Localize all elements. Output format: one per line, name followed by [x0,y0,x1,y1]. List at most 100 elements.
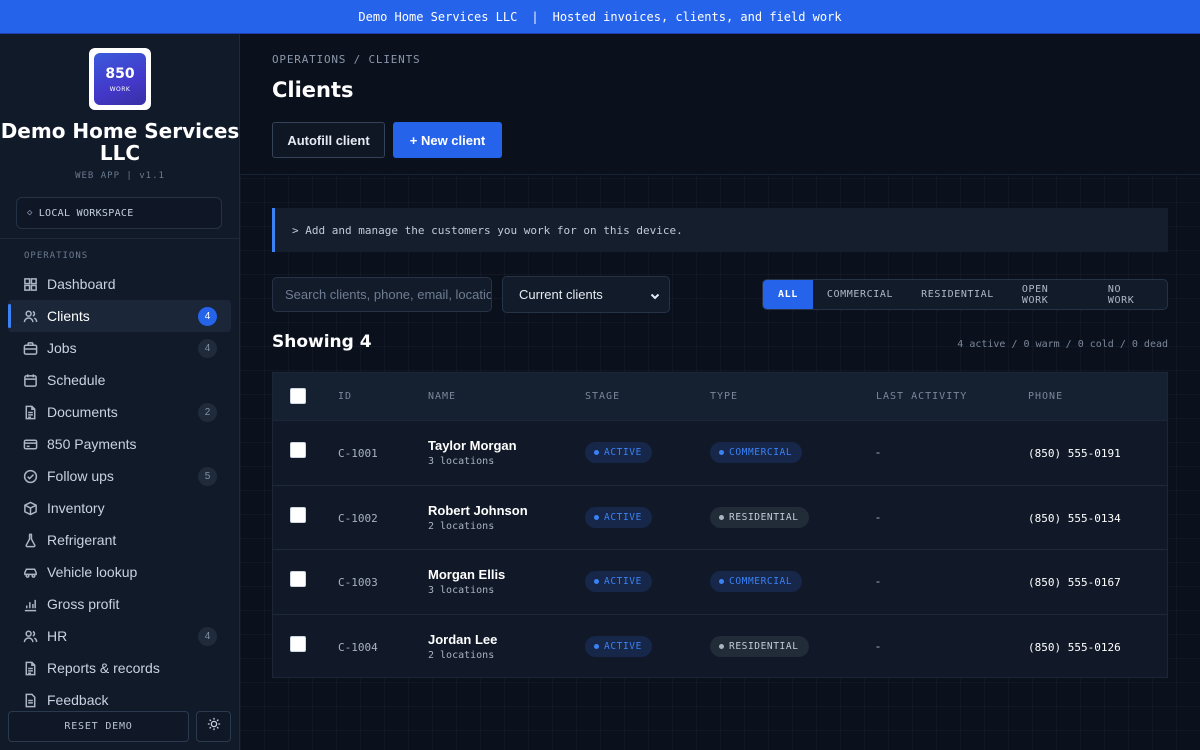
stage-badge: ACTIVE [585,442,652,463]
status-dot [719,579,724,584]
row-checkbox[interactable] [290,635,306,652]
sidebar-item-dashboard[interactable]: Dashboard [8,268,231,300]
page-title: Clients [272,78,354,102]
sidebar-item-label: Feedback [47,692,109,708]
workspace-label: LOCAL WORKSPACE [38,207,134,219]
autofill-client-button[interactable]: Autofill client [272,122,385,158]
brand-version: WEB APP | v1.1 [75,171,165,181]
sidebar-item-documents[interactable]: Documents 2 [8,396,231,428]
count-badge: 4 [198,627,217,646]
sidebar-item-vehicle-lookup[interactable]: Vehicle lookup [8,556,231,588]
logo-number: 850 [105,65,135,82]
banner-separator: | [531,9,539,24]
row-checkbox[interactable] [290,506,306,523]
client-phone[interactable]: (850) 555-0191 [1028,447,1121,460]
sidebar-item-schedule[interactable]: Schedule [8,364,231,396]
filter-tab-open-work[interactable]: OPEN WORK [1008,280,1094,309]
count-badge: 4 [198,339,217,358]
main-content: OPERATIONS / CLIENTS Clients Autofill cl… [240,34,1200,750]
theme-toggle-button[interactable] [196,711,231,742]
car-icon [22,564,38,580]
grid-icon [22,276,38,292]
column-header-phone[interactable]: PHONE [1028,391,1063,402]
briefcase-icon [22,340,38,356]
calendar-icon [22,372,38,388]
table-row[interactable]: C-1004 Jordan Lee 2 locations ACTIVE RESIDEN… [273,615,1167,680]
status-dot [719,450,724,455]
app-logo[interactable]: 850 WORK [89,48,151,110]
client-name[interactable]: Robert Johnson [428,503,528,518]
chevron-down-icon [650,289,660,300]
client-phone[interactable]: (850) 555-0134 [1028,512,1121,525]
status-dot [719,514,724,520]
status-dot [594,579,599,584]
client-locations: 2 locations [428,649,495,661]
select-all-checkbox[interactable] [290,388,306,404]
client-view-select[interactable]: Current clients [502,276,670,313]
client-name-cell[interactable]: Morgan Ellis 3 locations [428,567,505,596]
logo-mark: 850 WORK [94,53,146,105]
client-name-cell[interactable]: Robert Johnson 2 locations [428,503,528,532]
client-id: C-1003 [338,576,378,589]
last-activity: - [876,509,880,524]
count-badge: 4 [198,307,217,326]
column-header-id[interactable]: ID [338,391,352,402]
status-dot [594,643,599,649]
table-row[interactable]: C-1001 Taylor Morgan 3 locations ACTIVE COMM… [273,421,1167,486]
reset-demo-button[interactable]: RESET DEMO [8,711,189,742]
type-badge: RESIDENTIAL [710,635,809,657]
users-icon [22,628,38,644]
client-name[interactable]: Morgan Ellis [428,567,505,582]
client-name[interactable]: Jordan Lee [428,632,497,647]
filter-tab-no-work[interactable]: NO WORK [1094,280,1167,309]
clients-table: ID NAME STAGE TYPE LAST ACTIVITY PHONE C… [272,372,1168,678]
type-label: RESIDENTIAL [729,640,799,652]
row-checkbox[interactable] [290,442,306,458]
client-id: C-1004 [338,640,378,654]
column-header-name[interactable]: NAME [428,391,456,402]
client-phone[interactable]: (850) 555-0167 [1028,576,1121,589]
client-name-cell[interactable]: Taylor Morgan 3 locations [428,438,517,467]
message-icon [22,692,38,708]
sidebar-item-850-payments[interactable]: 850 Payments [8,428,231,460]
table-row[interactable]: C-1003 Morgan Ellis 3 locations ACTIVE COMME… [273,550,1167,615]
sidebar-item-label: Clients [47,308,90,324]
column-header-last-activity[interactable]: LAST ACTIVITY [876,391,967,402]
table-row[interactable]: C-1002 Robert Johnson 2 locations ACTIVE RES… [273,486,1167,550]
workspace-selector[interactable]: ◇ LOCAL WORKSPACE [16,197,222,229]
status-dot [719,643,724,649]
type-badge: RESIDENTIAL [710,506,809,528]
sidebar-item-label: Gross profit [47,596,120,612]
client-locations: 2 locations [428,520,495,532]
sidebar-item-hr[interactable]: HR 4 [8,620,231,652]
filter-tab-commercial[interactable]: COMMERCIAL [813,280,907,309]
new-client-button[interactable]: + New client [393,122,502,158]
client-name[interactable]: Taylor Morgan [428,438,517,453]
sidebar-item-refrigerant[interactable]: Refrigerant [8,524,231,556]
sidebar-item-follow-ups[interactable]: Follow ups 5 [8,460,231,492]
search-input[interactable] [272,277,492,312]
diamond-icon: ◇ [27,208,33,218]
column-header-type[interactable]: TYPE [710,391,738,402]
client-phone[interactable]: (850) 555-0126 [1028,641,1121,654]
client-name-cell[interactable]: Jordan Lee 2 locations [428,632,497,661]
bar-chart-icon [22,596,38,612]
last-activity: - [876,574,880,588]
column-header-stage[interactable]: STAGE [585,391,620,402]
stage-label: ACTIVE [604,576,642,587]
box-icon [22,500,38,516]
sidebar-item-clients[interactable]: Clients 4 [8,300,231,332]
sidebar-item-gross-profit[interactable]: Gross profit [8,588,231,620]
sidebar-item-reports-records[interactable]: Reports & records [8,652,231,684]
results-count-heading: Showing 4 [272,332,372,352]
filter-tab-all[interactable]: ALL [763,280,813,309]
sidebar-item-label: 850 Payments [47,436,137,452]
sidebar-item-jobs[interactable]: Jobs 4 [8,332,231,364]
filter-tab-residential[interactable]: RESIDENTIAL [907,280,1008,309]
row-checkbox[interactable] [290,571,306,587]
last-activity: - [876,445,880,459]
count-badge: 5 [198,467,217,486]
sidebar-item-inventory[interactable]: Inventory [8,492,231,524]
sidebar-item-label: Inventory [47,500,105,516]
sidebar-item-label: Documents [47,404,118,420]
